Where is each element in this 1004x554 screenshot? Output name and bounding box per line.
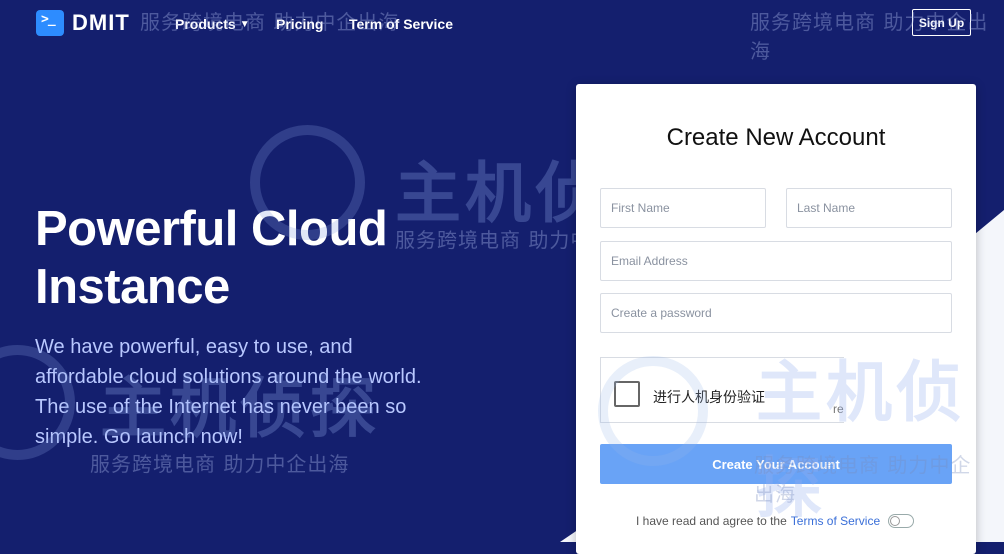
agree-toggle[interactable]	[888, 514, 915, 528]
form-title: Create New Account	[666, 124, 886, 151]
brand-name: DMIT	[72, 10, 130, 35]
hero-subtitle: We have powerful, easy to use, and affor…	[35, 336, 422, 448]
create-account-button[interactable]: Create Your Account	[600, 444, 952, 484]
terminal-icon: >_	[36, 10, 64, 36]
terms-of-service-link[interactable]: Terms of Service	[791, 514, 880, 528]
top-nav: >_ DMIT Products ▼ Pricing Term of Servi…	[0, 0, 1004, 48]
chevron-down-icon: ▼	[239, 18, 250, 30]
hero-title: Powerful Cloud Instance	[35, 202, 388, 314]
captcha-label: 进行人机身份验证	[653, 390, 765, 406]
first-name-input[interactable]	[600, 188, 766, 228]
nav-products[interactable]: Products ▼	[175, 16, 250, 32]
captcha-checkbox[interactable]	[614, 381, 640, 407]
terms-agreement: I have read and agree to the Terms of Se…	[636, 514, 915, 528]
email-input[interactable]	[600, 241, 952, 281]
nav-pricing[interactable]: Pricing	[276, 16, 323, 32]
toggle-knob	[890, 516, 901, 526]
captcha-widget: 进行人机身份验证	[600, 357, 844, 423]
password-input[interactable]	[600, 293, 952, 333]
captcha-logo-text: re	[833, 402, 844, 416]
logo[interactable]: >_ DMIT	[36, 10, 130, 36]
nav-term-of-service[interactable]: Term of Service	[349, 16, 453, 32]
sign-up-button[interactable]: Sign Up	[912, 9, 971, 36]
last-name-input[interactable]	[786, 188, 952, 228]
signup-card: Create New Account 进行人机身份验证 re Create Yo…	[576, 84, 976, 554]
